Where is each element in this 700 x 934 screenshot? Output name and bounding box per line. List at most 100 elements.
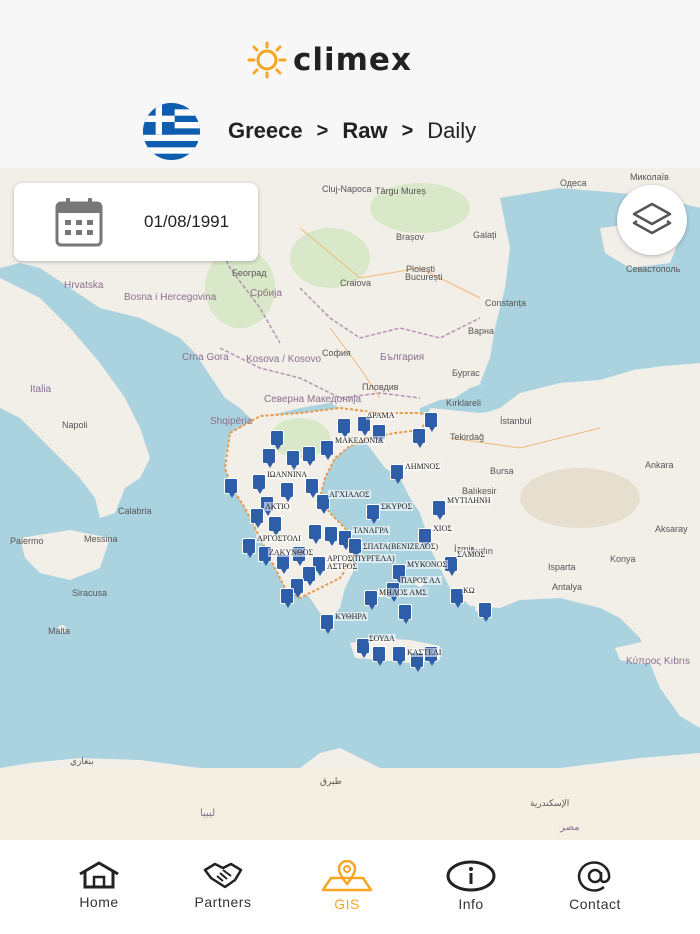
station-marker[interactable] bbox=[478, 602, 492, 622]
map-label: Миколаїв bbox=[630, 172, 669, 182]
nav-contact[interactable]: Contact bbox=[533, 840, 657, 934]
nav-label: Partners bbox=[194, 894, 252, 910]
breadcrumb-source[interactable]: Raw bbox=[342, 118, 387, 144]
station-marker[interactable] bbox=[270, 430, 284, 450]
map-label: طبرق bbox=[320, 776, 342, 786]
nav-gis[interactable]: GIS bbox=[285, 840, 409, 934]
breadcrumb-frequency[interactable]: Daily bbox=[427, 118, 476, 144]
nav-home[interactable]: Home bbox=[37, 840, 161, 934]
station-marker[interactable] bbox=[392, 646, 406, 666]
map-label: Hrvatska bbox=[64, 280, 104, 291]
map-label: Crna Gora bbox=[182, 352, 229, 363]
station-marker[interactable] bbox=[432, 500, 446, 520]
station-marker[interactable] bbox=[320, 614, 334, 634]
station-marker[interactable] bbox=[262, 448, 276, 468]
breadcrumb-country[interactable]: Greece bbox=[228, 118, 303, 144]
station-label: ΑΓΧΙΑΛΟΣ bbox=[328, 490, 371, 499]
station-marker[interactable] bbox=[268, 516, 282, 536]
map-label: București bbox=[405, 272, 443, 282]
map-pin-icon bbox=[321, 860, 373, 892]
station-marker[interactable] bbox=[224, 478, 238, 498]
map-label: Kosova / Kosovo bbox=[246, 354, 322, 365]
map-label: Cluj-Napoca bbox=[322, 184, 372, 194]
station-marker[interactable] bbox=[305, 478, 319, 498]
station-label: ΜΥΚΟΝΟΣ bbox=[406, 560, 449, 569]
station-marker[interactable] bbox=[364, 590, 378, 610]
map-label: Пловдив bbox=[362, 382, 399, 392]
layers-icon bbox=[632, 202, 672, 235]
map-label: Malta bbox=[48, 626, 71, 636]
map-label: Brașov bbox=[396, 232, 425, 242]
station-label: ΚΑΣΤΕΛΙ bbox=[406, 648, 443, 657]
station-label: ΖΑΚΥΝΘΟΣ bbox=[268, 548, 315, 557]
station-marker[interactable] bbox=[390, 464, 404, 484]
map-label: Balıkesir bbox=[462, 486, 497, 496]
station-label: ΑΣΤΡΟΣ bbox=[326, 562, 359, 571]
at-icon bbox=[577, 861, 611, 892]
station-marker[interactable] bbox=[280, 482, 294, 502]
breadcrumb-separator: > bbox=[401, 119, 414, 142]
map-label: Κύπρος Kıbrıs bbox=[626, 656, 691, 667]
station-marker[interactable] bbox=[302, 566, 316, 586]
station-label: ΣΠΑΤΑ(ΒΕΝΙΖΕΛΟΣ) bbox=[362, 542, 440, 551]
station-label: ΧΙΟΣ bbox=[432, 524, 453, 533]
station-marker[interactable] bbox=[242, 538, 256, 558]
app-screen: climex Greece > Raw > Daily Одеса Микола… bbox=[0, 0, 700, 934]
map-label: Craiova bbox=[340, 278, 372, 288]
map-label: İstanbul bbox=[500, 416, 532, 426]
station-marker[interactable] bbox=[366, 504, 380, 524]
map-label: Constanța bbox=[485, 298, 527, 308]
station-label: ΚΥΘΗΡΑ bbox=[334, 612, 368, 621]
bottom-nav: Home Partners GIS Info Contact bbox=[0, 840, 700, 934]
station-marker[interactable] bbox=[252, 474, 266, 494]
station-marker[interactable] bbox=[337, 418, 351, 438]
station-marker[interactable] bbox=[286, 450, 300, 470]
station-label: ΣΑΜΟΣ bbox=[456, 550, 486, 559]
gis-map[interactable]: Одеса Миколаїв Севастополь Cluj-Napoca T… bbox=[0, 168, 700, 840]
station-marker[interactable] bbox=[398, 604, 412, 624]
station-marker[interactable] bbox=[412, 428, 426, 448]
map-label: Isparta bbox=[548, 562, 576, 572]
date-picker[interactable]: 01/08/1991 bbox=[14, 183, 258, 261]
station-label: ΤΑΝΑΓΡΑ bbox=[352, 526, 390, 535]
map-label: Одеса bbox=[560, 178, 587, 188]
map-label: Siracusa bbox=[72, 588, 108, 598]
sun-logo-icon bbox=[247, 41, 287, 79]
nav-partners[interactable]: Partners bbox=[161, 840, 285, 934]
station-marker[interactable] bbox=[320, 440, 334, 460]
station-marker[interactable] bbox=[250, 508, 264, 528]
station-marker[interactable] bbox=[308, 524, 322, 544]
station-label: ΙΩΑΝΝΙΝΑ bbox=[266, 470, 309, 479]
calendar-icon bbox=[55, 198, 103, 247]
nav-label: GIS bbox=[334, 896, 360, 912]
map-label: Tekirdağ bbox=[450, 432, 485, 442]
station-marker[interactable] bbox=[280, 588, 294, 608]
station-marker[interactable] bbox=[302, 446, 316, 466]
station-marker[interactable] bbox=[324, 526, 338, 546]
station-label: ΚΩ bbox=[462, 586, 476, 595]
map-label: Бургас bbox=[452, 368, 480, 378]
station-label: ΑΡΓΟΣΤΟΛΙ bbox=[256, 534, 302, 543]
nav-label: Info bbox=[458, 896, 484, 912]
map-label: Aksaray bbox=[655, 524, 688, 534]
greece-flag-icon bbox=[143, 102, 200, 160]
nav-label: Contact bbox=[569, 896, 621, 912]
handshake-icon bbox=[203, 862, 243, 889]
map-label: Ankara bbox=[645, 460, 674, 470]
station-marker[interactable] bbox=[372, 646, 386, 666]
map-label: Shqipëria bbox=[210, 416, 253, 427]
breadcrumb-separator: > bbox=[316, 119, 329, 142]
map-label: مصر bbox=[560, 822, 580, 833]
station-marker[interactable] bbox=[424, 412, 438, 432]
map-label: Napoli bbox=[62, 420, 88, 430]
map-label: Kırklareli bbox=[446, 398, 482, 408]
nav-info[interactable]: Info bbox=[409, 840, 533, 934]
map-label: България bbox=[380, 352, 425, 363]
layers-button[interactable] bbox=[617, 185, 687, 255]
climex-logo: climex bbox=[245, 40, 412, 80]
map-label: Београд bbox=[232, 268, 267, 278]
map-label: Messina bbox=[84, 534, 118, 544]
map-label: الإسكندرية bbox=[530, 798, 570, 808]
station-marker[interactable] bbox=[348, 538, 362, 558]
map-label: Bursa bbox=[490, 466, 514, 476]
